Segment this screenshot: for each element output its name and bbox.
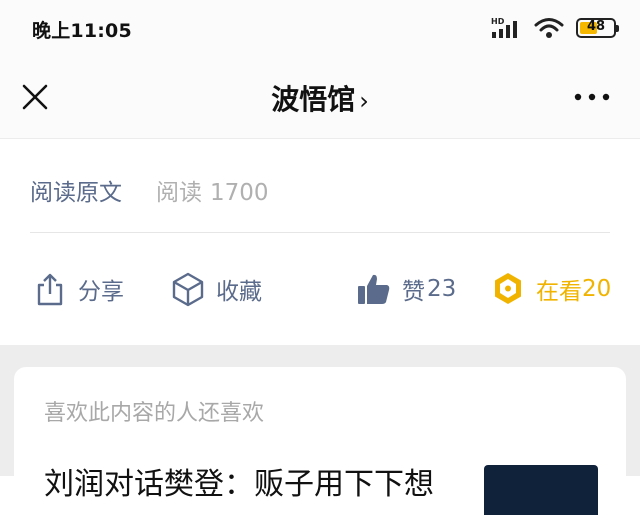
account-name[interactable]: 波悟馆 [271, 83, 355, 116]
favorite-button[interactable]: 收藏 [170, 269, 262, 309]
read-row: 阅读原文 阅读 1700 [30, 173, 269, 207]
watching-label: 在看 [536, 279, 582, 305]
recommend-section: 喜欢此内容的人还喜欢 刘润对话樊登：贩子用下下想 [0, 345, 640, 515]
read-count: 1700 [210, 180, 269, 206]
status-time: 晚上11:05 [32, 20, 132, 42]
account-title-link[interactable]: 波悟馆 › [0, 78, 640, 118]
read-original-link[interactable]: 阅读原文 [30, 180, 122, 206]
cellular-signal-icon: HD [491, 17, 517, 38]
watching-count: 20 [582, 276, 612, 302]
recommended-article-title[interactable]: 刘润对话樊登：贩子用下下想 [44, 459, 434, 503]
wifi-icon [534, 18, 564, 38]
article-thumbnail[interactable] [484, 465, 598, 515]
share-icon [37, 273, 63, 306]
share-button[interactable]: 分享 [32, 269, 124, 309]
watching-button[interactable]: 在看 20 [490, 269, 611, 309]
battery-level: 48 [586, 19, 606, 34]
article-footer: 阅读原文 阅读 1700 分享 收藏 赞 23 在看 20 [0, 139, 640, 345]
nav-bar: 波悟馆 › [0, 58, 640, 139]
status-bar: 晚上11:05 HD 48 [0, 0, 640, 58]
share-label: 分享 [78, 279, 124, 305]
action-bar: 分享 收藏 赞 23 在看 20 [0, 259, 640, 319]
like-button[interactable]: 赞 23 [356, 269, 456, 309]
watching-flower-icon [495, 273, 521, 304]
battery-icon: 48 [576, 18, 619, 38]
like-count: 23 [427, 276, 457, 302]
chevron-right-icon: › [359, 87, 369, 115]
read-count-label: 阅读 [156, 180, 202, 206]
recommend-heading: 喜欢此内容的人还喜欢 [44, 401, 265, 426]
more-options-button[interactable] [574, 92, 610, 102]
recommend-card: 喜欢此内容的人还喜欢 刘润对话樊登：贩子用下下想 [14, 367, 626, 515]
favorite-label: 收藏 [216, 279, 262, 305]
divider [30, 232, 610, 233]
thumbs-up-icon [358, 274, 390, 304]
like-label: 赞 [402, 279, 425, 305]
cube-favorite-icon [172, 272, 204, 307]
signal-hd-label: HD [491, 17, 505, 26]
